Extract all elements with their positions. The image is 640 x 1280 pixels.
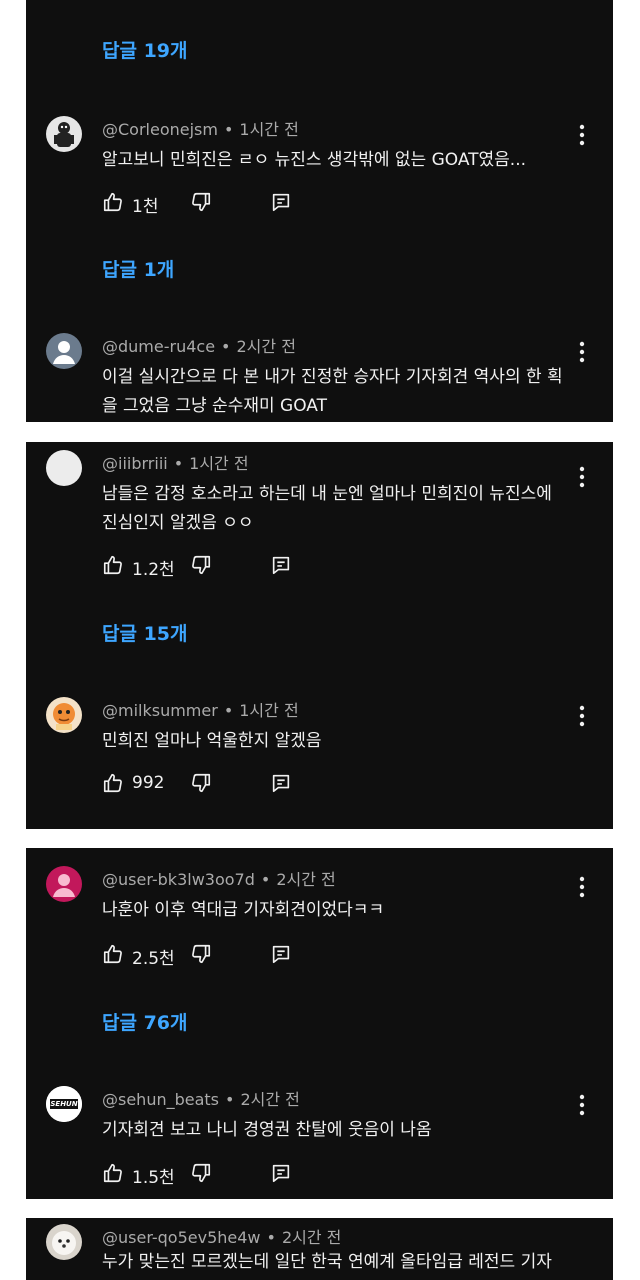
reply-icon[interactable] [270, 943, 292, 965]
comment-meta: @user-qo5ev5he4w • 2시간 전 [102, 1228, 342, 1247]
comment-text: 알고보니 민희진은 ㄹㅇ 뉴진스 생각밖에 없는 GOAT였음... [102, 150, 527, 170]
like-count: 992 [132, 773, 165, 793]
comment-author[interactable]: @milksummer [102, 701, 218, 720]
comment-author[interactable]: @dume-ru4ce [102, 337, 215, 356]
avatar-logo-text: SEHUN [50, 1100, 78, 1108]
comment-author[interactable]: @sehun_beats [102, 1090, 219, 1109]
more-vert-icon[interactable] [577, 705, 587, 727]
comment-time: 1시간 전 [239, 701, 299, 720]
thumbs-down-icon[interactable] [190, 191, 212, 213]
avatar[interactable] [46, 450, 82, 486]
comment-time: 2시간 전 [281, 1228, 342, 1247]
comment-panel: 답글 19개 @Corleonejsm • 1시간 전 알고보니 민희진은 ㄹㅇ 뉴… [26, 0, 613, 422]
view-replies-button[interactable]: 답글 19개 [102, 36, 188, 63]
thumbs-down-icon[interactable] [190, 1162, 212, 1184]
like-count: 1.5천 [132, 1168, 175, 1188]
avatar[interactable] [46, 116, 82, 152]
comment-time: 1시간 전 [239, 120, 299, 139]
comment-time: 2시간 전 [236, 337, 296, 356]
reply-icon[interactable] [270, 1162, 292, 1184]
thumbs-up-icon[interactable] [102, 772, 124, 794]
avatar[interactable] [46, 697, 82, 733]
more-vert-icon[interactable] [577, 876, 587, 898]
comment-meta: @iiibrriii • 1시간 전 [102, 454, 249, 473]
avatar[interactable] [46, 866, 82, 902]
thumbs-down-icon[interactable] [190, 943, 212, 965]
comment-text: 나훈아 이후 역대급 기자회견이었다ㅋㅋ [102, 900, 385, 920]
comment-meta: @dume-ru4ce • 2시간 전 [102, 337, 296, 356]
comment-text: 이걸 실시간으로 다 본 내가 진정한 승자다 기자회견 역사의 한 획을 그었… [102, 367, 563, 416]
comment-meta: @sehun_beats • 2시간 전 [102, 1090, 300, 1109]
thumbs-up-icon[interactable] [102, 943, 124, 965]
thumbs-up-icon[interactable] [102, 191, 124, 213]
avatar[interactable]: SEHUN [46, 1086, 82, 1122]
like-count: 1천 [132, 197, 159, 217]
more-vert-icon[interactable] [577, 341, 587, 363]
comment-meta: @user-bk3lw3oo7d • 2시간 전 [102, 870, 336, 889]
view-replies-button[interactable]: 답글 15개 [102, 619, 188, 646]
comment-panel: @user-bk3lw3oo7d • 2시간 전 나훈아 이후 역대급 기자회견이었… [26, 848, 613, 1199]
thumbs-up-icon[interactable] [102, 554, 124, 576]
view-replies-button[interactable]: 답글 1개 [102, 255, 174, 282]
more-vert-icon[interactable] [577, 1094, 587, 1116]
thumbs-up-icon[interactable] [102, 1162, 124, 1184]
comment-time: 1시간 전 [189, 454, 249, 473]
comment-text: 누가 맞는진 모르겠는데 일단 한국 연예계 올타임급 레전드 기자 [102, 1252, 552, 1272]
comment-author[interactable]: @iiibrriii [102, 454, 168, 473]
comment-time: 2시간 전 [240, 1090, 300, 1109]
avatar[interactable] [46, 333, 82, 369]
view-replies-button[interactable]: 답글 76개 [102, 1008, 188, 1035]
comment-panel: @iiibrriii • 1시간 전 남들은 감정 호소라고 하는데 내 눈엔 얼마… [26, 442, 613, 829]
comment-text: 민희진 얼마나 억울한지 알겠음 [102, 731, 322, 751]
like-count: 2.5천 [132, 949, 175, 969]
thumbs-down-icon[interactable] [190, 554, 212, 576]
comment-meta: @milksummer • 1시간 전 [102, 701, 299, 720]
comment-panel: @user-qo5ev5he4w • 2시간 전 누가 맞는진 모르겠는데 일단 한… [26, 1218, 613, 1280]
thumbs-down-icon[interactable] [190, 772, 212, 794]
comment-time: 2시간 전 [276, 870, 336, 889]
comment-text: 남들은 감정 호소라고 하는데 내 눈엔 얼마나 민희진이 뉴진스에 진심인지 … [102, 484, 552, 533]
like-count: 1.2천 [132, 560, 175, 580]
reply-icon[interactable] [270, 772, 292, 794]
reply-icon[interactable] [270, 554, 292, 576]
comment-author[interactable]: @user-bk3lw3oo7d [102, 870, 255, 889]
comment-text: 기자회견 보고 나니 경영권 찬탈에 웃음이 나옴 [102, 1120, 432, 1140]
more-vert-icon[interactable] [577, 466, 587, 488]
reply-icon[interactable] [270, 191, 292, 213]
avatar[interactable] [46, 1224, 82, 1260]
more-vert-icon[interactable] [577, 124, 587, 146]
comment-meta: @Corleonejsm • 1시간 전 [102, 120, 299, 139]
comment-author[interactable]: @user-qo5ev5he4w [102, 1228, 261, 1247]
comment-author[interactable]: @Corleonejsm [102, 120, 218, 139]
